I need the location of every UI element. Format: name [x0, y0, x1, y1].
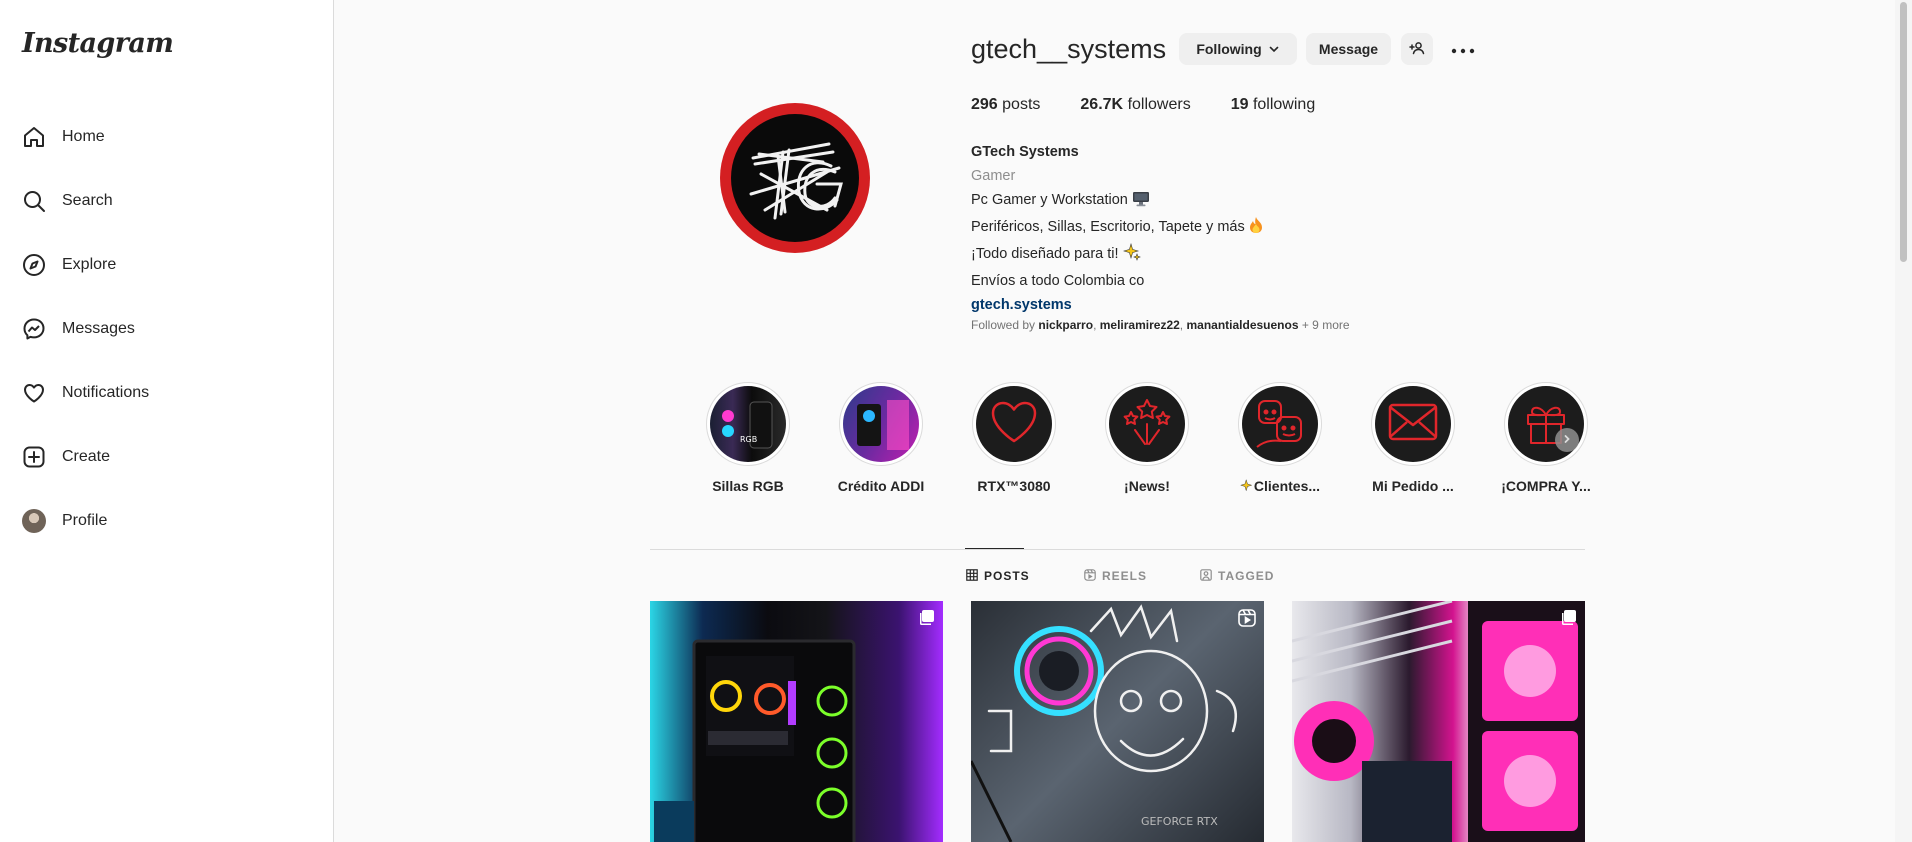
sidebar-nav: Home Search Explore Messages Notificatio… — [0, 105, 334, 553]
highlight-cover — [843, 386, 919, 462]
bio-line: Periféricos, Sillas, Escritorio, Tapete … — [971, 215, 1263, 242]
gpu-art-image: GEFORCE RTX — [971, 604, 1237, 842]
sidebar-item-label: Notifications — [62, 384, 150, 401]
highlight-label: ¡COMPRA Y... — [1501, 478, 1591, 494]
tab-reels[interactable]: REELS — [1084, 567, 1147, 585]
add-user-icon — [1409, 40, 1425, 59]
message-button[interactable]: Message — [1306, 33, 1391, 65]
reels-icon — [1084, 568, 1102, 584]
envelope-icon — [1387, 402, 1439, 447]
reel-icon — [1238, 609, 1256, 627]
sidebar-item-label: Search — [62, 192, 113, 209]
highlight-cover — [976, 386, 1052, 462]
sidebar-item-label: Explore — [62, 256, 117, 273]
highlight-label: ¡News! — [1124, 478, 1170, 494]
bio-line: Envíos a todo Colombia co — [971, 273, 1145, 289]
followed-by-text[interactable]: Followed by nickparro, meliramirez22, ma… — [971, 318, 1350, 332]
tagged-icon — [1200, 568, 1218, 584]
sidebar-item-home[interactable]: Home — [0, 105, 334, 169]
carousel-icon — [917, 609, 935, 627]
chevron-right-icon — [1562, 431, 1572, 449]
sidebar-item-search[interactable]: Search — [0, 169, 334, 233]
highlight-cover — [1375, 386, 1451, 462]
following-button-label: Following — [1196, 41, 1262, 57]
following-link[interactable]: 19 following — [1231, 96, 1316, 114]
more-dots-icon — [1451, 41, 1475, 59]
post-thumbnail[interactable] — [1292, 601, 1585, 842]
sidebar-item-label: Profile — [62, 512, 108, 529]
highlight-label: Mi Pedido ... — [1372, 478, 1454, 494]
highlight-news[interactable]: ¡News! — [1092, 382, 1202, 494]
profile-full-name: GTech Systems — [971, 144, 1079, 160]
tabs-divider — [650, 549, 1585, 550]
highlight-cover: RGB — [710, 386, 786, 462]
profile-picture[interactable] — [720, 103, 870, 253]
sidebar-item-profile[interactable]: Profile — [0, 489, 334, 553]
avatar — [22, 509, 46, 533]
desktop-computer-icon — [1132, 191, 1150, 215]
post-thumbnail[interactable] — [650, 601, 943, 842]
highlight-label: RTX™3080 — [977, 478, 1051, 494]
grid-icon — [966, 568, 984, 584]
carousel-icon — [1559, 609, 1577, 627]
profile-logo-image — [731, 114, 859, 242]
active-tab-indicator — [965, 548, 1024, 549]
tab-posts[interactable]: POSTS — [966, 567, 1030, 585]
highlight-credito-addi[interactable]: Crédito ADDI — [826, 382, 936, 494]
svg-text:GEFORCE RTX: GEFORCE RTX — [1141, 815, 1218, 828]
profile-stats: 296 posts 26.7K followers 19 following — [971, 96, 1355, 114]
svg-text:RGB: RGB — [740, 435, 757, 444]
highlight-clientes[interactable]: Clientes... — [1225, 382, 1335, 496]
sidebar-item-label: Home — [62, 128, 105, 145]
bio-line: ¡Todo diseñado para ti! — [971, 242, 1263, 269]
pc-case-image — [654, 639, 856, 842]
chevron-down-icon — [1268, 43, 1280, 55]
sidebar-item-explore[interactable]: Explore — [0, 233, 334, 297]
sidebar-item-notifications[interactable]: Notifications — [0, 361, 334, 425]
profile-username: gtech__systems — [971, 34, 1167, 64]
suggested-users-button[interactable] — [1401, 33, 1433, 65]
highlight-rtx3080[interactable]: RTX™3080 — [959, 382, 1069, 494]
followers-link[interactable]: 26.7K followers — [1080, 96, 1190, 114]
highlight-sillas-rgb[interactable]: RGB Sillas RGB — [693, 382, 803, 494]
profile-website-link[interactable]: gtech.systems — [971, 293, 1263, 317]
home-icon — [22, 125, 46, 149]
highlight-label: Crédito ADDI — [837, 478, 925, 494]
plus-square-icon — [22, 445, 46, 469]
highlight-compra-y[interactable]: ¡COMPRA Y... — [1491, 382, 1601, 494]
post-thumbnail[interactable]: GEFORCE RTX — [971, 601, 1264, 842]
following-button[interactable]: Following — [1179, 33, 1297, 65]
highlight-cover — [1109, 386, 1185, 462]
search-icon — [22, 189, 46, 213]
highlight-mi-pedido[interactable]: Mi Pedido ... — [1358, 382, 1468, 494]
sparkles-icon — [1122, 242, 1141, 269]
bio-line: Pc Gamer y Workstation — [971, 188, 1263, 215]
profile-bio: GTech Systems Gamer Pc Gamer y Workstati… — [971, 140, 1263, 317]
highlight-label: Sillas RGB — [712, 478, 784, 494]
sparkles-icon — [1239, 478, 1254, 496]
compass-icon — [22, 253, 46, 277]
posts-count: 296 posts — [971, 96, 1041, 113]
sidebar-item-label: Create — [62, 448, 111, 465]
messenger-icon — [22, 317, 46, 341]
heart-outline-icon — [989, 399, 1039, 450]
heart-icon — [22, 381, 46, 405]
profile-category: Gamer — [971, 168, 1016, 184]
fire-icon — [1249, 216, 1263, 242]
fireworks-icon — [1119, 394, 1175, 455]
more-options-button[interactable] — [1449, 38, 1477, 62]
instagram-logo[interactable]: Instagram — [22, 28, 174, 59]
highlight-cover — [1242, 386, 1318, 462]
sidebar-item-label: Messages — [62, 320, 135, 337]
highlights-next-button[interactable] — [1555, 428, 1579, 452]
tab-tagged[interactable]: TAGGED — [1200, 567, 1274, 585]
page-scrollbar[interactable] — [1900, 2, 1907, 262]
sidebar: Instagram Home Search Explore Messages N… — [0, 0, 334, 842]
sidebar-item-messages[interactable]: Messages — [0, 297, 334, 361]
highlight-label: Clientes... — [1225, 478, 1335, 496]
pink-fans-image — [1292, 601, 1585, 842]
sidebar-item-create[interactable]: Create — [0, 425, 334, 489]
customers-icon — [1251, 393, 1309, 456]
message-button-label: Message — [1318, 41, 1379, 57]
